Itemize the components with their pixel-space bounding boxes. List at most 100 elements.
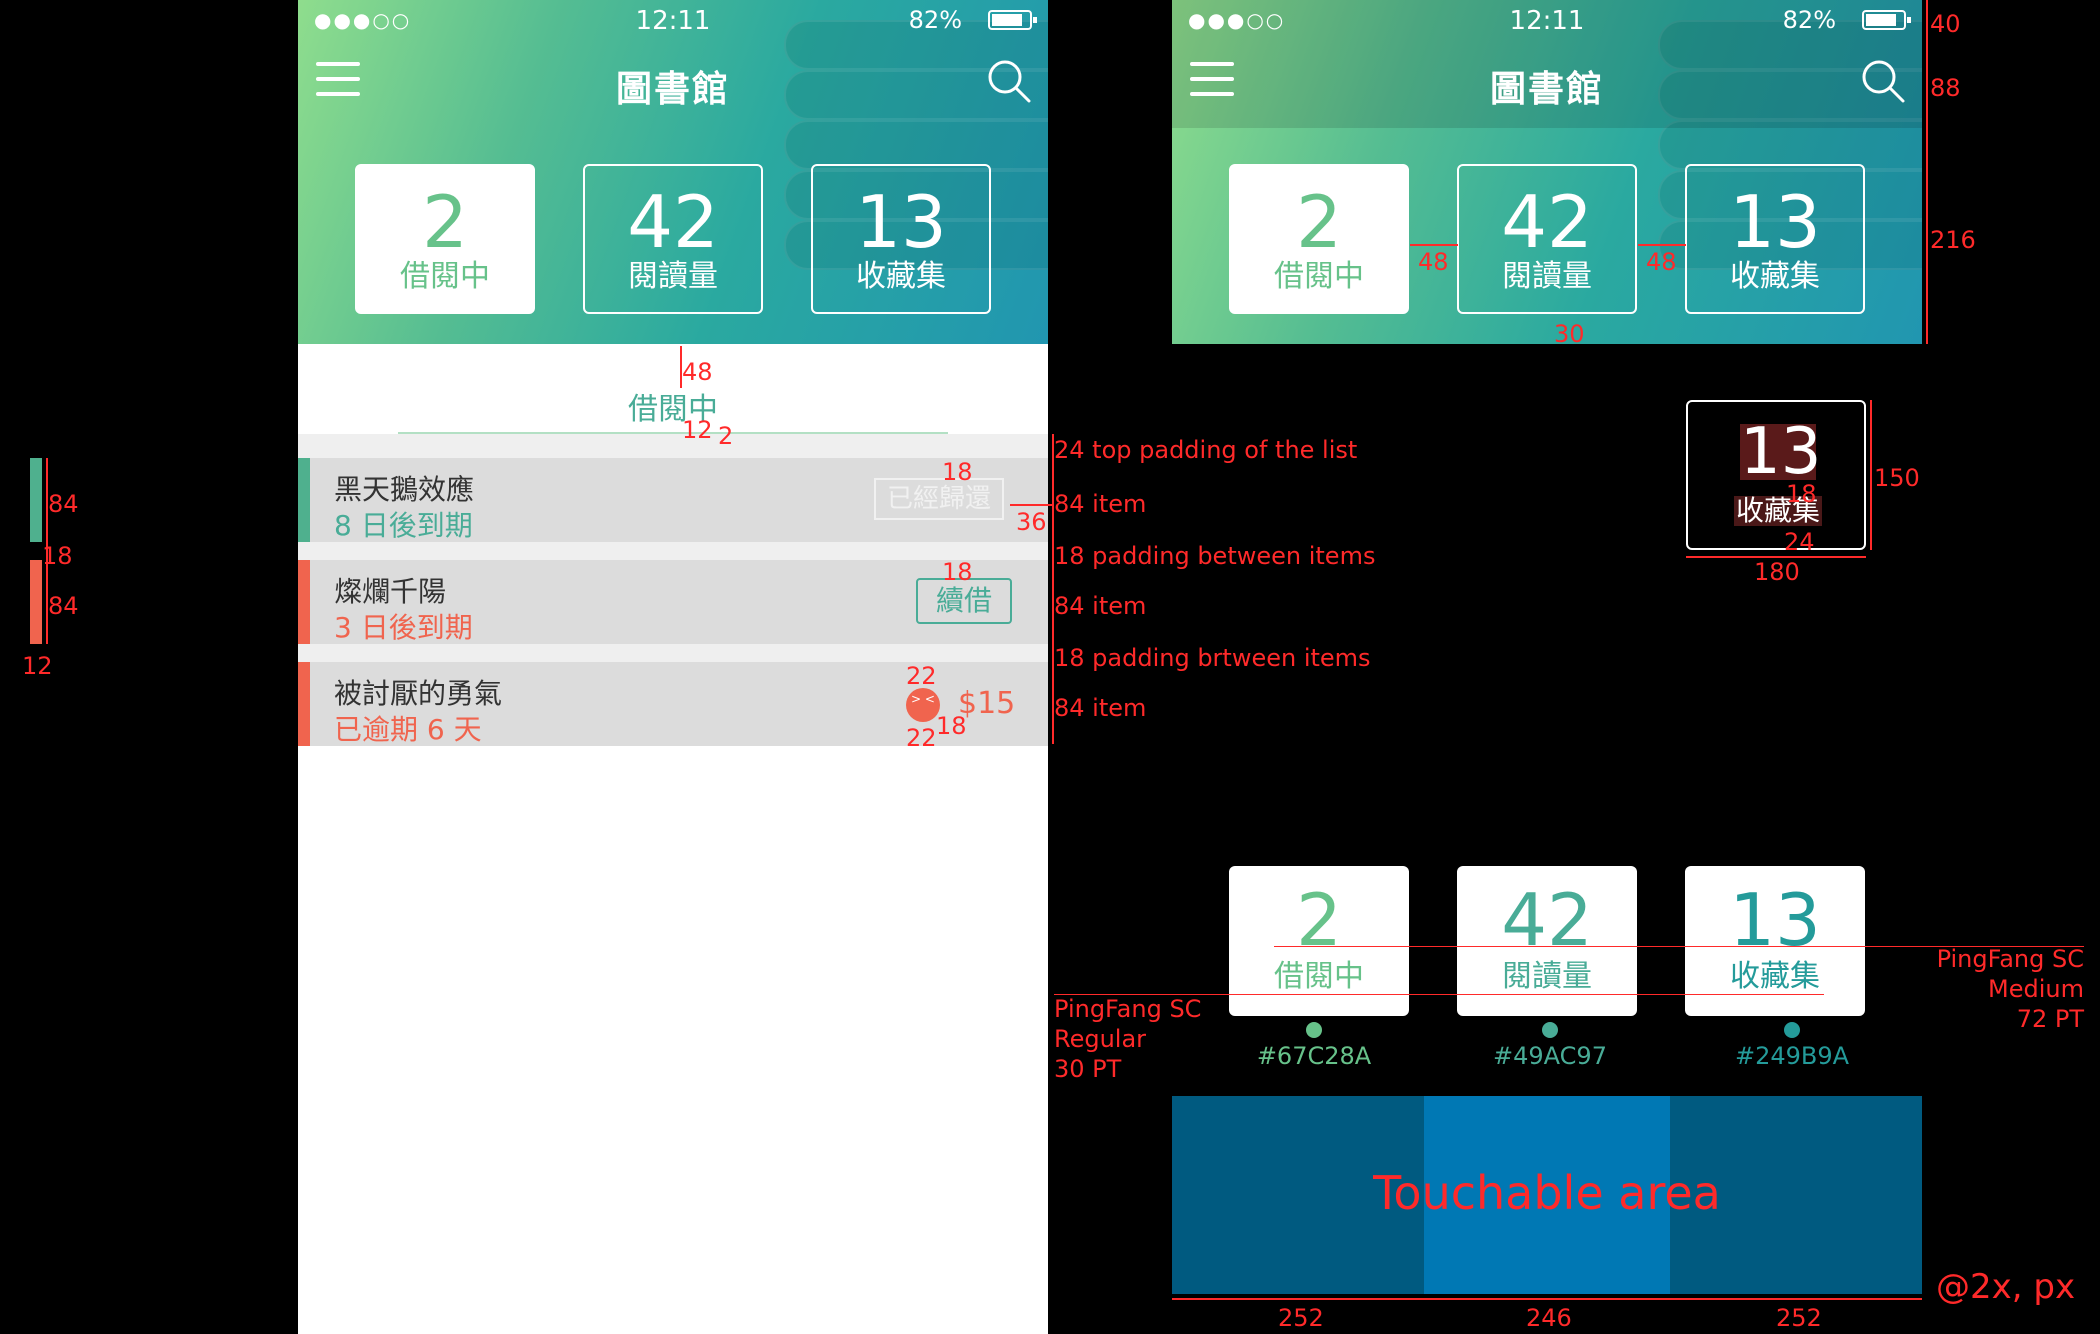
dim-label: 48 — [682, 358, 713, 386]
item-gap — [298, 542, 1048, 560]
stat-number: 2 — [422, 180, 468, 264]
dim-label: 252 — [1278, 1304, 1324, 1332]
legend-bar-green — [30, 458, 42, 542]
list-item[interactable]: 燦爛千陽 3 日後到期 續借 — [298, 560, 1048, 644]
dim-line — [1870, 400, 1872, 550]
phone-header-spec: ●●●○○ 12:11 82% 圖書館 2 借閱中 42 閱讀量 13 收藏集 — [1172, 0, 1922, 344]
stat-label: 閱讀量 — [628, 259, 718, 294]
spec-item-padding: 18 padding between items — [1054, 542, 1376, 570]
dim-label: 216 — [1930, 226, 1976, 254]
dim-label: 252 — [1776, 1304, 1822, 1332]
stat-label: 閱讀量 — [1502, 259, 1592, 294]
font-weight: Regular — [1054, 1025, 1147, 1053]
stat-number: 42 — [1501, 180, 1593, 264]
dim-label: 246 — [1526, 1304, 1572, 1332]
dim-label: 22 — [906, 724, 937, 752]
touch-area-label: Touchable area — [1373, 1166, 1721, 1220]
fine-amount: $15 — [958, 686, 1016, 721]
stat-card-borrowing[interactable]: 2 借閱中 — [1229, 164, 1409, 314]
dim-label: 24 — [1784, 528, 1815, 556]
page-title: 圖書館 — [615, 69, 730, 110]
color-swatch — [1542, 1022, 1558, 1038]
stat-card-favorites[interactable]: 13 收藏集 — [1685, 164, 1865, 314]
dim-label: 18 — [1786, 480, 1817, 508]
stat-card-borrowing[interactable]: 2 借閱中 — [355, 164, 535, 314]
status-bar-indicator — [298, 662, 310, 746]
spec-item-height: 84 item — [1054, 592, 1147, 620]
spec-item-height: 84 item — [1054, 490, 1147, 518]
due-text: 3 日後到期 — [334, 611, 473, 644]
sad-face-icon — [906, 688, 940, 722]
list-top-padding — [298, 434, 1048, 458]
dim-label: 84 — [48, 592, 79, 620]
dim-label: 12 — [22, 652, 53, 680]
battery-percent: 82% — [908, 6, 962, 34]
section-title[interactable]: 借閱中 — [298, 384, 1048, 428]
dim-line — [1410, 244, 1458, 246]
stat-label: 收藏集 — [856, 259, 946, 294]
search-icon[interactable] — [1860, 58, 1906, 104]
nav-bar: 圖書館 — [298, 40, 1048, 128]
dim-line — [1926, 0, 1928, 344]
header: ●●●○○ 12:11 82% 圖書館 2 借閱中 42 閱讀量 13 收藏集 — [298, 0, 1048, 344]
battery-icon — [988, 10, 1037, 30]
book-title: 被討厭的勇氣 — [334, 677, 503, 710]
stat-label: 借閱中 — [400, 259, 490, 294]
returned-badge: 已經歸還 — [874, 478, 1004, 520]
spec-item-padding: 18 padding brtween items — [1054, 644, 1371, 672]
hex-label: #67C28A — [1256, 1042, 1372, 1070]
battery-icon — [1862, 10, 1911, 30]
dim-label: 30 — [1554, 320, 1585, 348]
stat-number: 13 — [1740, 415, 1822, 489]
dim-label: 18 — [42, 542, 73, 570]
dim-label: 150 — [1874, 464, 1920, 492]
spec-list-top-padding: 24 top padding of the list — [1054, 436, 1358, 464]
list-item[interactable]: 黑天鵝效應 8 日後到期 已經歸還 — [298, 458, 1048, 542]
book-title: 黑天鵝效應 — [334, 473, 475, 506]
search-icon[interactable] — [986, 58, 1032, 104]
page-title: 圖書館 — [1489, 69, 1604, 110]
scale-note: @2x, px — [1936, 1267, 2076, 1307]
color-swatch — [1306, 1022, 1322, 1038]
stat-label: 借閱中 — [1274, 959, 1364, 994]
due-text: 已逾期 6 天 — [334, 713, 482, 746]
dim-label: 18 — [936, 712, 967, 740]
font-size: 72 PT — [2016, 1005, 2084, 1033]
stat-number: 13 — [855, 180, 947, 264]
item-gap — [298, 644, 1048, 662]
font-name: PingFang SC — [1936, 945, 2084, 973]
dim-label: 18 — [942, 458, 973, 486]
stat-label: 收藏集 — [1730, 259, 1820, 294]
stat-number: 13 — [1729, 180, 1821, 264]
battery-percent: 82% — [1782, 6, 1836, 34]
dim-label: 88 — [1930, 74, 1961, 102]
font-spec-medium: PingFang SC Medium 72 PT — [1920, 944, 2084, 1034]
dim-label: 48 — [1646, 248, 1677, 276]
color-swatch — [1784, 1022, 1800, 1038]
stat-card-reads[interactable]: 42 閱讀量 — [1457, 164, 1637, 314]
font-weight: Medium — [1988, 975, 2084, 1003]
status-bar: ●●●○○ 12:11 82% — [1172, 0, 1922, 40]
font-name: PingFang SC — [1054, 995, 1202, 1023]
dim-label: 22 — [906, 662, 937, 690]
dim-line — [1010, 504, 1052, 506]
stat-card-reads[interactable]: 42 閱讀量 — [583, 164, 763, 314]
dim-label: 2 — [718, 422, 734, 450]
dim-line — [1172, 1298, 1922, 1300]
stat-card-favorites[interactable]: 13 收藏集 — [811, 164, 991, 314]
status-bar-indicator — [298, 560, 310, 644]
spec-item-height: 84 item — [1054, 694, 1147, 722]
due-text: 8 日後到期 — [334, 509, 473, 542]
dim-label: 48 — [1418, 248, 1449, 276]
dim-label: 36 — [1016, 508, 1047, 536]
zoom-card-favorites: 13 收藏集 — [1686, 400, 1866, 550]
dim-label: 18 — [942, 558, 973, 586]
book-title: 燦爛千陽 — [334, 575, 447, 608]
stat-label: 收藏集 — [1730, 959, 1820, 994]
font-size: 30 PT — [1054, 1055, 1122, 1083]
hex-label: #249B9A — [1734, 1042, 1850, 1070]
dim-label: 84 — [48, 490, 79, 518]
stat-label: 閱讀量 — [1502, 959, 1592, 994]
hex-label: #49AC97 — [1493, 1042, 1607, 1070]
stat-number: 2 — [1296, 180, 1342, 264]
